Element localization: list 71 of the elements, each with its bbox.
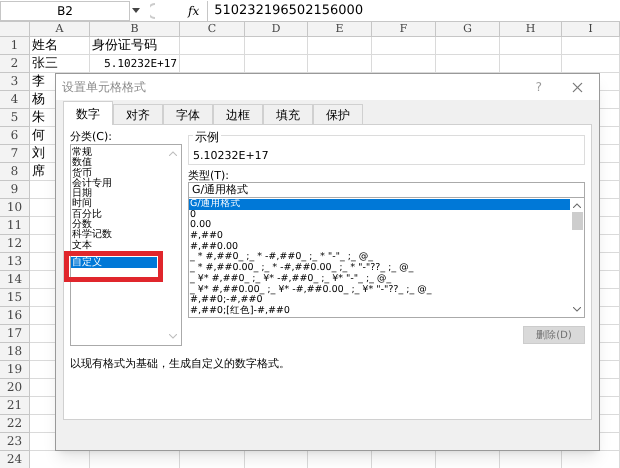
- format-item[interactable]: #,##0;-#,##0: [189, 295, 570, 306]
- category-item[interactable]: 科学记数: [71, 230, 169, 241]
- format-item[interactable]: _ ¥* #,##0.00_ ;_ ¥* -#,##0.00_ ;_ ¥* "-"??_ ;_ @_: [189, 284, 570, 296]
- scroll-up-icon[interactable]: [573, 203, 581, 208]
- fx-label[interactable]: fx: [188, 2, 200, 20]
- column-header[interactable]: D: [245, 22, 308, 37]
- format-item[interactable]: 0.00: [189, 220, 570, 232]
- table-cell: 身份证号码: [90, 37, 180, 55]
- type-field[interactable]: G/通用格式: [188, 182, 585, 198]
- tab[interactable]: 保护: [313, 104, 363, 124]
- row-header[interactable]: 21: [0, 397, 30, 415]
- formula-field[interactable]: 510232196502156000: [207, 0, 620, 20]
- row-header[interactable]: 9: [0, 181, 30, 199]
- description: 以现有格式为基础，生成自定义的数字格式。: [70, 356, 291, 372]
- row-header[interactable]: 22: [0, 415, 30, 433]
- category-item[interactable]: 分数: [71, 220, 169, 230]
- format-list[interactable]: [188, 198, 585, 318]
- format-item[interactable]: _ * #,##0.00_ ;_ * -#,##0.00_ ;_ * "-"??_ ;_ @_: [189, 263, 570, 274]
- row-header[interactable]: 20: [0, 379, 30, 397]
- row-header[interactable]: 8: [0, 163, 30, 181]
- row-header[interactable]: 16: [0, 307, 30, 325]
- format-item[interactable]: _ ¥* #,##0_ ;_ ¥* -#,##0_ ;_ ¥* "-"_ ;_ @_: [189, 274, 570, 284]
- row-header[interactable]: 13: [0, 253, 30, 271]
- arc-icon: [150, 2, 156, 18]
- category-item[interactable]: 时间: [71, 199, 169, 210]
- column-header[interactable]: G: [436, 22, 500, 37]
- format-item[interactable]: 0: [189, 210, 570, 220]
- dropdown-icon[interactable]: [132, 8, 140, 14]
- column-header[interactable]: A: [30, 22, 90, 37]
- type-label: 类型(T):: [188, 168, 230, 182]
- row-header[interactable]: 11: [0, 217, 30, 235]
- row-header[interactable]: 2: [0, 55, 30, 73]
- row-header[interactable]: 5: [0, 109, 30, 127]
- row-header[interactable]: 24: [0, 451, 30, 468]
- close-icon[interactable]: [572, 82, 583, 92]
- format-item[interactable]: #,##0.00: [189, 242, 570, 252]
- table-cell: 姓名: [30, 37, 90, 55]
- tab[interactable]: 填充: [263, 104, 313, 124]
- tab[interactable]: 数字: [63, 101, 113, 125]
- format-item[interactable]: #,##0;[红色]-#,##0: [189, 306, 570, 317]
- column-header[interactable]: C: [180, 22, 245, 37]
- row-header[interactable]: 7: [0, 145, 30, 163]
- category-item[interactable]: 百分比: [71, 210, 169, 220]
- row-header[interactable]: 3: [0, 73, 30, 91]
- format-item[interactable]: #,##0: [189, 231, 570, 242]
- column-header[interactable]: B: [90, 22, 180, 37]
- sample-value: 5.10232E+17: [193, 149, 269, 162]
- row-header[interactable]: 23: [0, 433, 30, 451]
- row-header[interactable]: 15: [0, 289, 30, 307]
- column-header[interactable]: F: [372, 22, 436, 37]
- row-header[interactable]: 10: [0, 199, 30, 217]
- column-header[interactable]: H: [500, 22, 562, 37]
- name-box[interactable]: B2: [0, 0, 130, 20]
- column-header[interactable]: I: [562, 22, 620, 37]
- format-item[interactable]: _ * #,##0_ ;_ * -#,##0_ ;_ * "-"_ ;_ @_: [189, 252, 570, 264]
- category-item[interactable]: 自定义: [71, 256, 157, 268]
- row-header[interactable]: 19: [0, 361, 30, 379]
- category-item[interactable]: 文本: [71, 240, 169, 251]
- row-header[interactable]: 17: [0, 325, 30, 343]
- tab[interactable]: 边框: [213, 104, 263, 124]
- scroll-thumb[interactable]: [572, 212, 582, 230]
- scroll-down-icon[interactable]: [573, 307, 581, 312]
- row-header[interactable]: 1: [0, 37, 30, 55]
- row-header[interactable]: 12: [0, 235, 30, 253]
- tab[interactable]: 对齐: [113, 104, 163, 124]
- row-header[interactable]: 14: [0, 271, 30, 289]
- row-header[interactable]: 6: [0, 127, 30, 145]
- row-header[interactable]: 18: [0, 343, 30, 361]
- column-header[interactable]: E: [308, 22, 372, 37]
- tab[interactable]: 字体: [163, 104, 213, 124]
- row-header[interactable]: 4: [0, 91, 30, 109]
